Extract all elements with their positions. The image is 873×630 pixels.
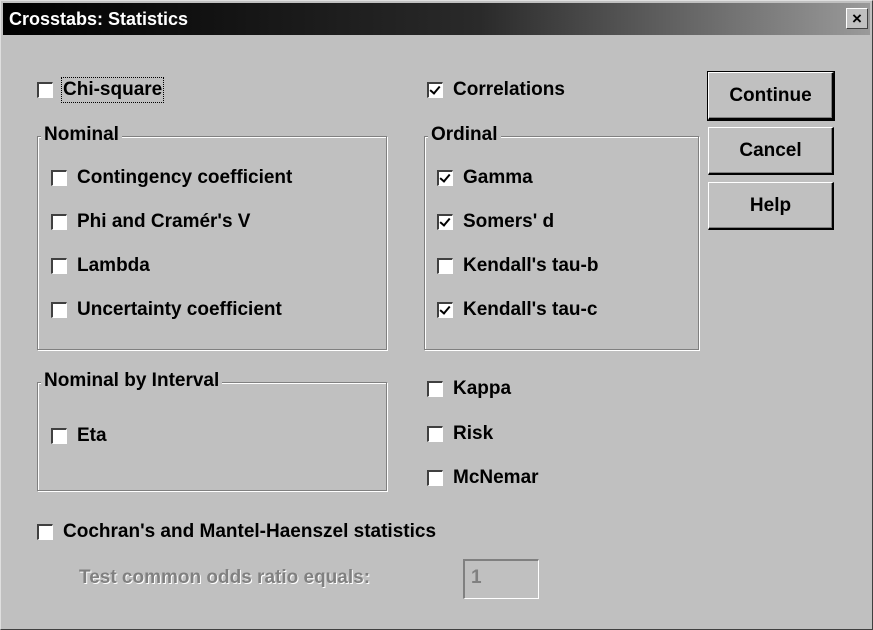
kendalls-tau-c-checkbox[interactable]: Kendall's tau-c xyxy=(437,299,597,321)
phi-cramers-v-label: Phi and Cramér's V xyxy=(77,211,251,232)
close-button[interactable]: × xyxy=(846,8,868,29)
checkbox-box[interactable] xyxy=(37,524,53,540)
title-bar[interactable]: Crosstabs: Statistics × xyxy=(3,3,870,35)
cancel-button-label: Cancel xyxy=(739,139,802,161)
continue-button[interactable]: Continue xyxy=(707,71,835,121)
checkbox-box[interactable] xyxy=(427,381,443,397)
cancel-button[interactable]: Cancel xyxy=(708,127,834,175)
checkbox-box[interactable] xyxy=(437,302,453,318)
uncertainty-coefficient-checkbox[interactable]: Uncertainty coefficient xyxy=(51,299,282,321)
contingency-coefficient-label: Contingency coefficient xyxy=(77,167,293,188)
kendalls-tau-c-label: Kendall's tau-c xyxy=(463,299,598,320)
chi-square-checkbox[interactable]: Chi-square xyxy=(37,77,165,103)
correlations-label: Correlations xyxy=(453,79,565,100)
cochran-mantel-haenszel-label: Cochran's and Mantel-Haenszel statistics xyxy=(63,521,437,542)
ordinal-legend: Ordinal xyxy=(428,124,501,146)
checkbox-box[interactable] xyxy=(437,170,453,186)
checkbox-box[interactable] xyxy=(427,470,443,486)
phi-cramers-v-checkbox[interactable]: Phi and Cramér's V xyxy=(51,211,250,233)
odds-ratio-label: Test common odds ratio equals: xyxy=(79,567,371,588)
chi-square-label: Chi-square xyxy=(60,77,165,103)
contingency-coefficient-checkbox[interactable]: Contingency coefficient xyxy=(51,167,292,189)
kendalls-tau-b-checkbox[interactable]: Kendall's tau-b xyxy=(437,255,598,277)
uncertainty-coefficient-label: Uncertainty coefficient xyxy=(77,299,282,320)
checkbox-box[interactable] xyxy=(51,170,67,186)
window-title: Crosstabs: Statistics xyxy=(9,9,189,29)
mcnemar-checkbox[interactable]: McNemar xyxy=(427,467,539,489)
eta-checkbox[interactable]: Eta xyxy=(51,425,107,447)
odds-ratio-input[interactable]: 1 xyxy=(463,559,539,599)
dialog-window: Crosstabs: Statistics × Chi-square Corre… xyxy=(0,0,873,630)
help-button-label: Help xyxy=(749,194,792,216)
checkbox-box[interactable] xyxy=(51,302,67,318)
correlations-box[interactable] xyxy=(427,82,443,98)
risk-checkbox[interactable]: Risk xyxy=(427,423,493,445)
lambda-checkbox[interactable]: Lambda xyxy=(51,255,150,277)
chi-square-box[interactable] xyxy=(37,82,53,98)
checkbox-box[interactable] xyxy=(51,258,67,274)
kappa-label: Kappa xyxy=(453,378,512,399)
kappa-checkbox[interactable]: Kappa xyxy=(427,378,511,400)
help-button[interactable]: Help xyxy=(708,182,834,230)
checkbox-box[interactable] xyxy=(437,214,453,230)
cochran-mantel-haenszel-checkbox[interactable]: Cochran's and Mantel-Haenszel statistics xyxy=(37,521,436,543)
gamma-label: Gamma xyxy=(463,167,533,188)
checkbox-box[interactable] xyxy=(51,214,67,230)
checkbox-box[interactable] xyxy=(427,426,443,442)
nominal-by-interval-legend: Nominal by Interval xyxy=(41,370,223,392)
close-icon: × xyxy=(852,9,862,28)
checkbox-box[interactable] xyxy=(51,428,67,444)
nominal-legend: Nominal xyxy=(41,124,122,146)
risk-label: Risk xyxy=(453,423,494,444)
mcnemar-label: McNemar xyxy=(453,467,539,488)
lambda-label: Lambda xyxy=(77,255,150,276)
checkbox-box[interactable] xyxy=(437,258,453,274)
correlations-checkbox[interactable]: Correlations xyxy=(427,79,565,101)
eta-label: Eta xyxy=(77,425,107,446)
somers-d-checkbox[interactable]: Somers' d xyxy=(437,211,554,233)
kendalls-tau-b-label: Kendall's tau-b xyxy=(463,255,599,276)
somers-d-label: Somers' d xyxy=(463,211,555,232)
continue-button-label: Continue xyxy=(729,84,812,106)
gamma-checkbox[interactable]: Gamma xyxy=(437,167,533,189)
